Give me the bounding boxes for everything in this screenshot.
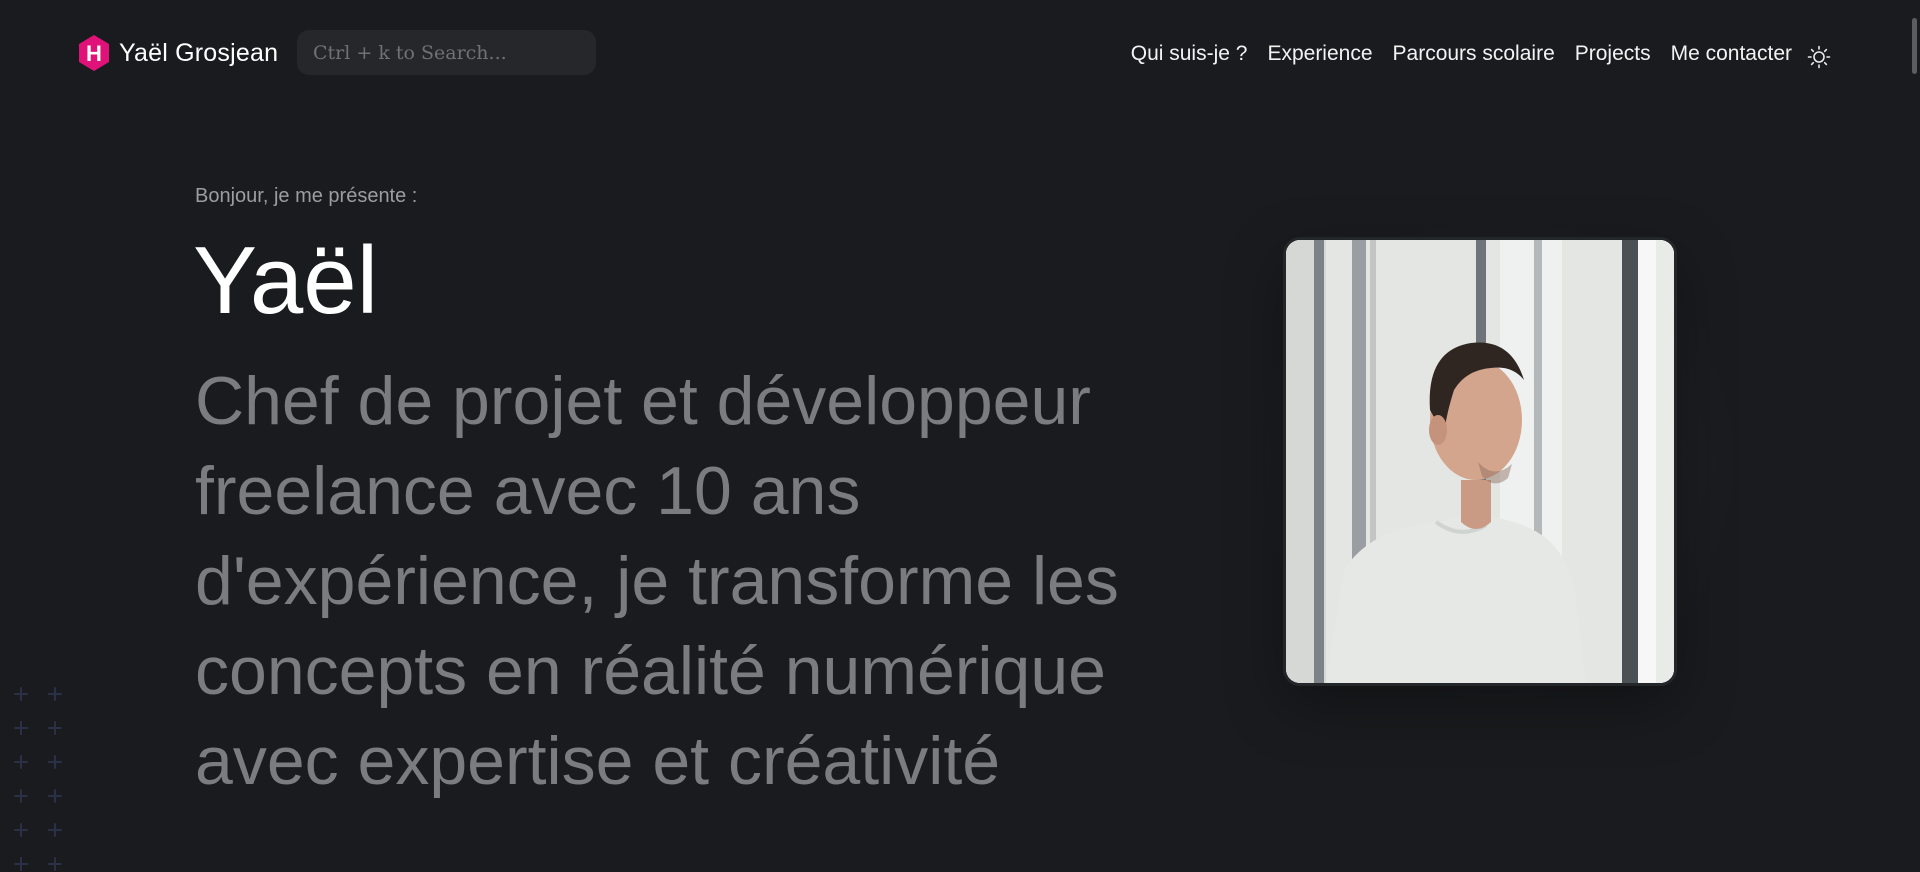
nav-link-me-contacter[interactable]: Me contacter — [1671, 42, 1792, 66]
brand-name: Yaël Grosjean — [119, 38, 279, 67]
theme-toggle-button[interactable] — [1805, 43, 1833, 71]
page: H Yaël Grosjean Qui suis-je ? Experience… — [0, 0, 1920, 872]
decorative-plus-grid — [14, 687, 62, 871]
nav-link-qui-suis-je[interactable]: Qui suis-je ? — [1131, 42, 1248, 66]
search-input[interactable] — [297, 30, 596, 75]
scrollbar-thumb[interactable] — [1912, 18, 1917, 74]
logo-letter: H — [86, 41, 102, 66]
hexagon-logo-icon: H — [77, 34, 111, 72]
hero-greeting: Bonjour, je me présente : — [195, 185, 418, 207]
main-nav: Qui suis-je ? Experience Parcours scolai… — [1131, 36, 1792, 72]
brand-link[interactable]: H Yaël Grosjean — [77, 34, 278, 72]
hero-tagline: Chef de projet et développeur freelance … — [195, 363, 1119, 799]
nav-link-projects[interactable]: Projects — [1575, 42, 1651, 66]
hero-name: Yaël — [193, 227, 379, 334]
site-header: H Yaël Grosjean Qui suis-je ? Experience… — [0, 0, 1920, 106]
nav-link-parcours-scolaire[interactable]: Parcours scolaire — [1393, 42, 1555, 66]
sun-icon — [1807, 45, 1831, 69]
nav-link-experience[interactable]: Experience — [1267, 42, 1372, 66]
profile-photo — [1286, 240, 1674, 683]
